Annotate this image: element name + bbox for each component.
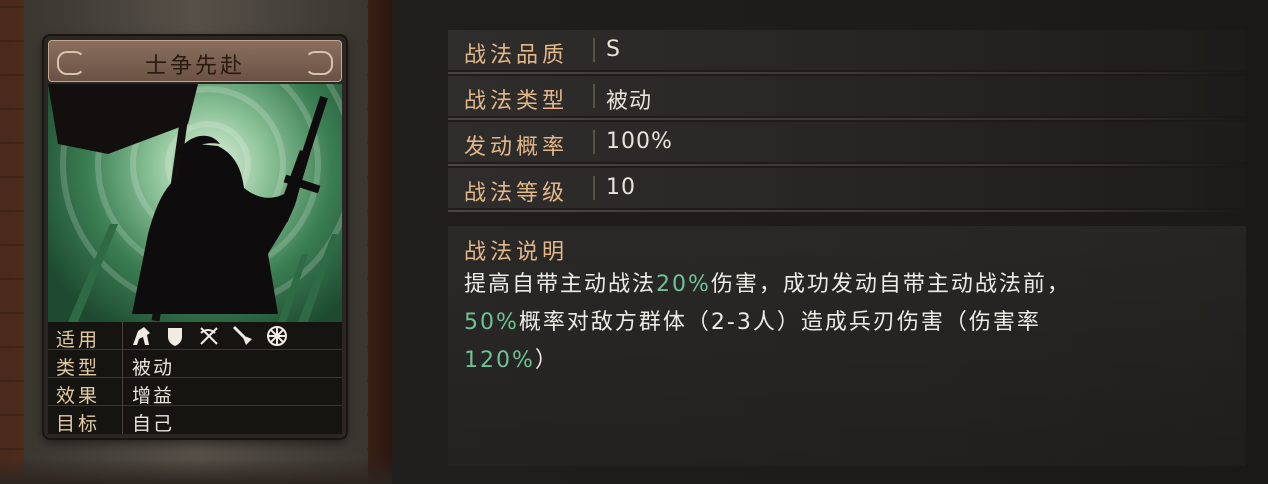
attribute-value: 被动 [606, 89, 653, 114]
card-title: 士争先赴 [144, 54, 245, 79]
divider [593, 130, 595, 154]
card-info-key: 适用 [56, 329, 101, 351]
description-segment: 提高自带主动战法 [464, 272, 657, 297]
description-title: 战法说明 [464, 240, 569, 265]
divider [122, 406, 123, 434]
row-divider [448, 210, 1246, 212]
description-segment: 概率对敌方群体（2-3人）造成兵刃伤害（伤害率 [518, 310, 1041, 335]
attribute-value: S [606, 37, 621, 62]
card-info-row-target: 目标 自己 [48, 406, 342, 435]
description-segment: ） [534, 348, 559, 373]
scroll-edge [0, 458, 392, 484]
skill-description: 战法说明 提高自带主动战法20%伤害，成功发动自带主动战法前， 50%概率对敌方群… [448, 226, 1246, 466]
divider [122, 378, 123, 406]
skill-detail-screen: 士争先赴 适用 类型 被动 效果 增益 目标 自己 战法品质 S 战法类型 被动… [0, 0, 1268, 484]
description-text: 提高自带主动战法20%伤害，成功发动自带主动战法前， 50%概率对敌方群体（2-3… [464, 266, 1224, 380]
card-info-row-applicable: 适用 [48, 322, 342, 351]
crossed-bows-icon [198, 325, 220, 347]
warrior-silhouette-art [48, 84, 342, 322]
highlight-value: 50% [464, 310, 519, 335]
divider [593, 38, 595, 62]
card-info-value: 被动 [132, 357, 175, 379]
card-info-row-type: 类型 被动 [48, 350, 342, 379]
card-info-value: 增益 [132, 385, 175, 407]
attribute-label: 发动概率 [464, 135, 569, 160]
wood-rail [368, 0, 392, 484]
card-info-table: 适用 类型 被动 效果 增益 目标 自己 [48, 322, 342, 435]
wheel-icon [266, 325, 288, 347]
attribute-value: 10 [606, 175, 636, 200]
attribute-label: 战法品质 [464, 43, 569, 68]
skill-card: 士争先赴 适用 类型 被动 效果 增益 目标 自己 [44, 36, 346, 438]
divider [593, 84, 595, 108]
card-info-key: 目标 [56, 413, 101, 435]
card-info-key: 类型 [56, 357, 101, 379]
row-divider [448, 72, 1246, 74]
row-divider [448, 118, 1246, 120]
attribute-row-type: 战法类型 被动 [448, 76, 1246, 120]
shield-icon [164, 325, 186, 347]
highlight-value: 120% [464, 348, 535, 373]
card-title-bar: 士争先赴 [48, 40, 342, 82]
highlight-value: 20% [656, 272, 711, 297]
attribute-row-probability: 发动概率 100% [448, 122, 1246, 166]
cavalry-icon [130, 325, 152, 347]
attribute-value: 100% [606, 129, 673, 154]
unit-type-icons [130, 325, 288, 347]
card-info-row-effect: 效果 增益 [48, 378, 342, 407]
divider [122, 350, 123, 378]
attribute-row-level: 战法等级 10 [448, 168, 1246, 212]
divider [122, 322, 123, 350]
attribute-row-quality: 战法品质 S [448, 30, 1246, 74]
attribute-label: 战法类型 [464, 89, 569, 114]
description-segment: 伤害，成功发动自带主动战法前， [710, 272, 1071, 297]
card-info-value: 自己 [132, 413, 175, 435]
card-info-key: 效果 [56, 385, 101, 407]
row-divider [448, 164, 1246, 166]
spear-icon [232, 325, 254, 347]
left-wood-panel: 士争先赴 适用 类型 被动 效果 增益 目标 自己 [0, 0, 392, 484]
attribute-label: 战法等级 [464, 181, 569, 206]
divider [593, 176, 595, 200]
